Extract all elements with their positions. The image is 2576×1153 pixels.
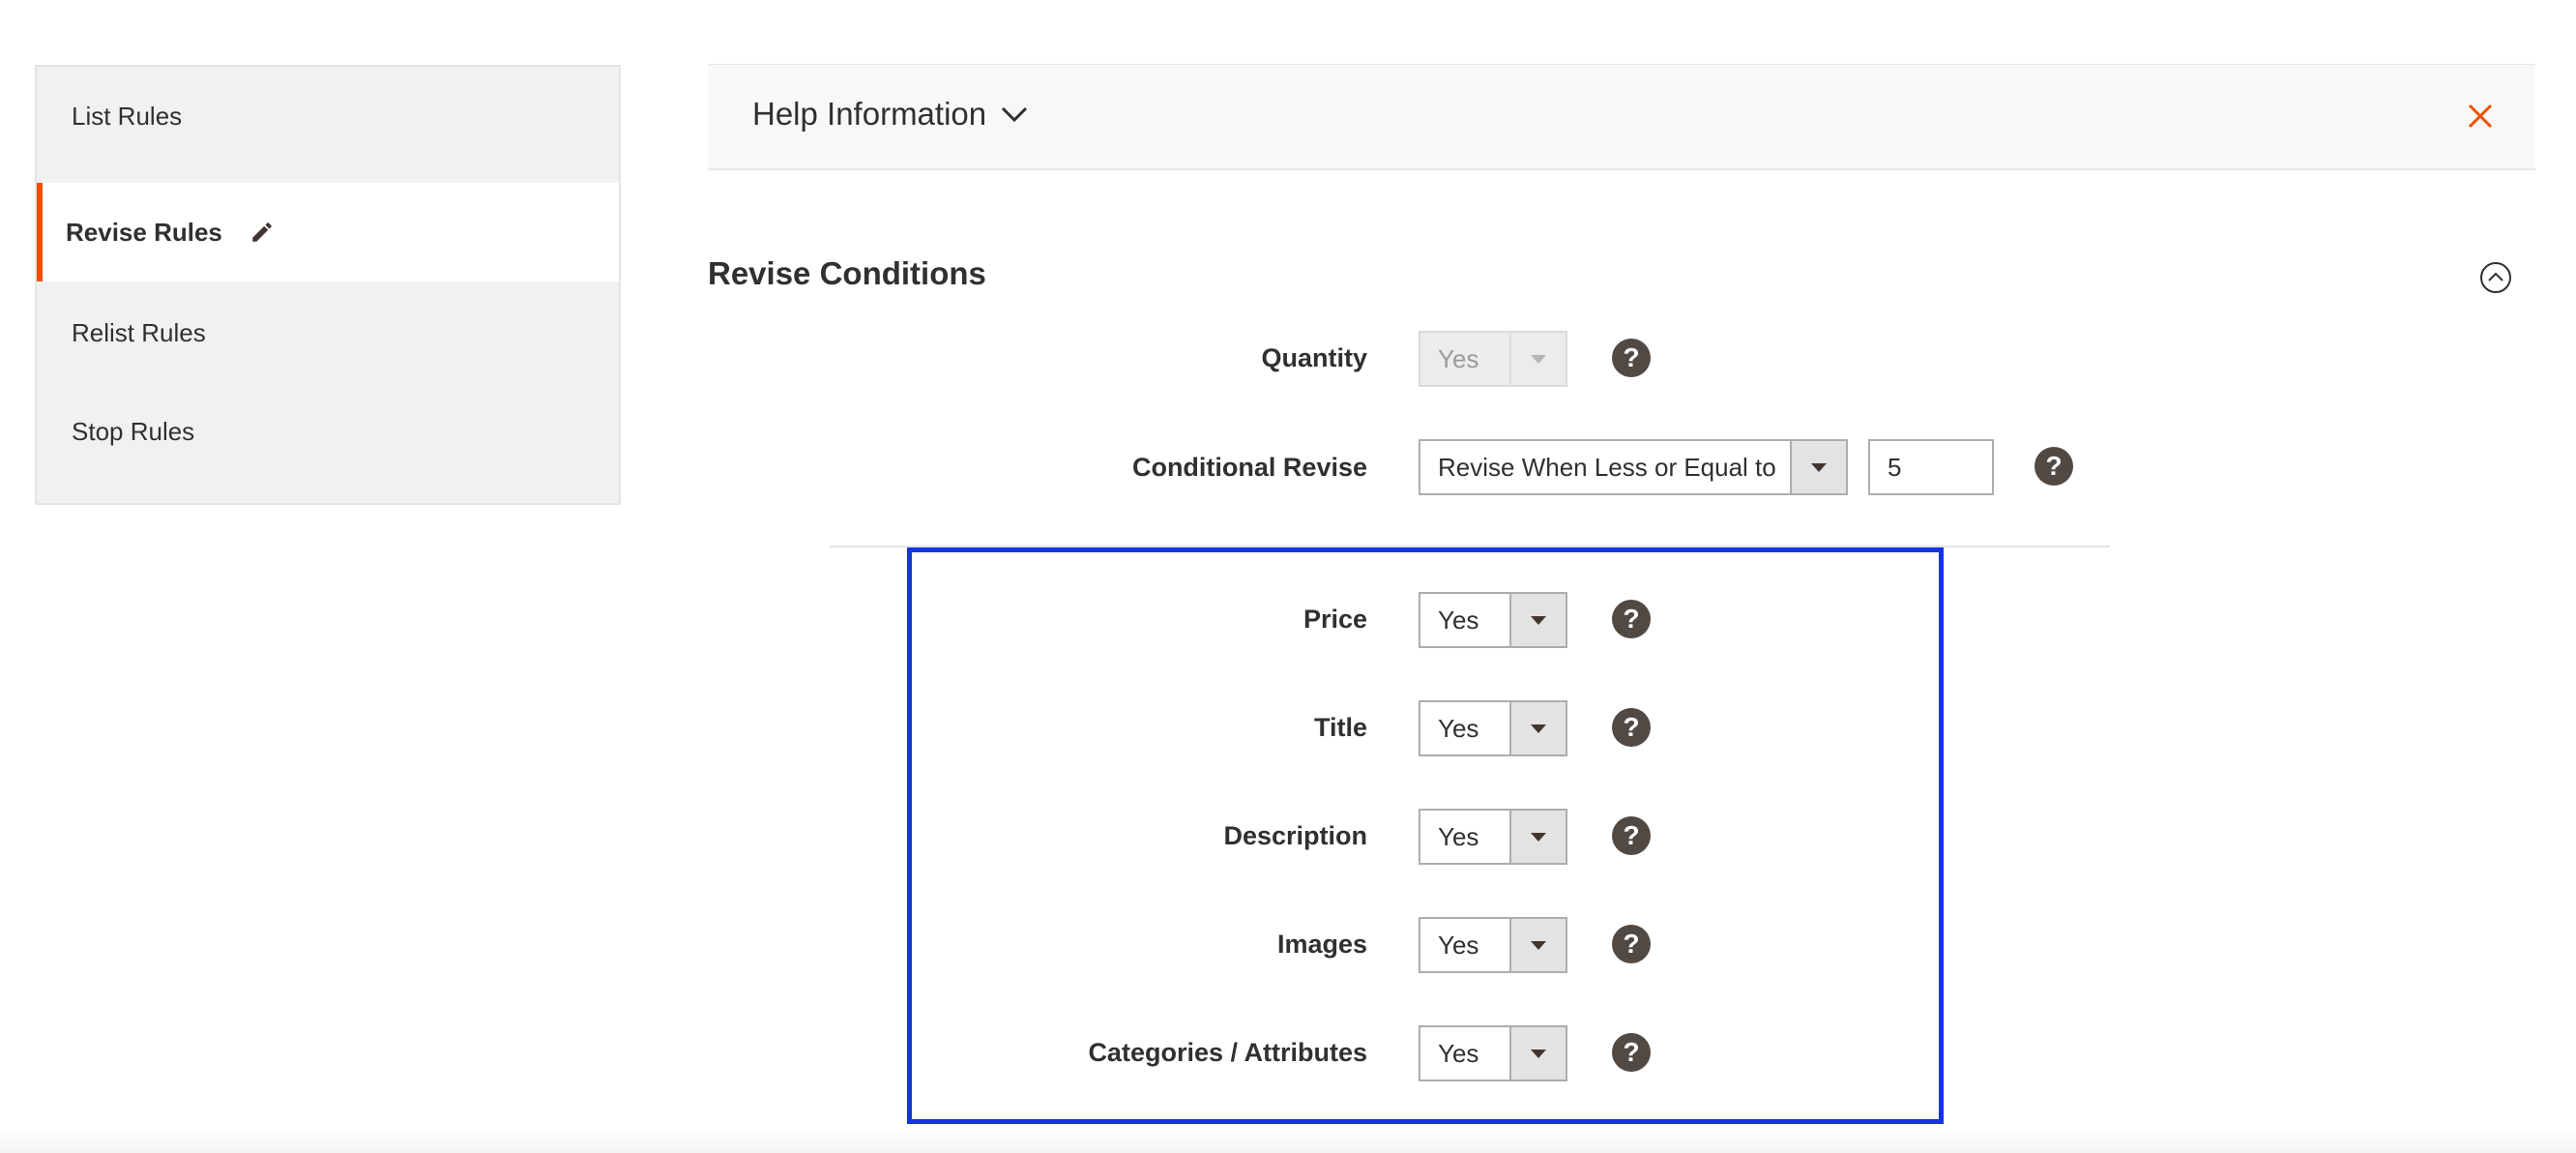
close-icon[interactable]	[2466, 102, 2495, 131]
conditional-revise-label: Conditional Revise	[1131, 453, 1367, 482]
rules-sidebar: List Rules Revise Rules Relist Rules Sto…	[35, 65, 621, 505]
help-information-toggle[interactable]: Help Information	[752, 96, 1029, 133]
sidebar-item-label: List Rules	[72, 101, 183, 131]
dropdown-arrow-icon	[1790, 441, 1846, 493]
sidebar-item-relist-rules[interactable]: Relist Rules	[37, 283, 619, 382]
sidebar-item-label: Stop Rules	[72, 416, 195, 446]
conditional-revise-qty-input[interactable]	[1868, 439, 1994, 495]
quantity-select: Yes	[1419, 331, 1567, 387]
collapse-section-icon[interactable]	[2479, 261, 2512, 294]
quantity-label: Quantity	[1261, 343, 1367, 372]
help-information-title: Help Information	[752, 96, 987, 132]
section-title: Revise Conditions	[708, 255, 986, 291]
conditional-revise-help-icon[interactable]: ?	[2034, 447, 2073, 486]
sidebar-item-label: Revise Rules	[66, 217, 222, 247]
quantity-select-value: Yes	[1438, 343, 1479, 373]
sidebar-item-stop-rules[interactable]: Stop Rules	[37, 382, 619, 481]
quantity-help-icon[interactable]: ?	[1612, 339, 1651, 377]
dropdown-arrow-icon	[1509, 333, 1566, 385]
conditional-revise-select-value: Revise When Less or Equal to	[1438, 452, 1776, 482]
chevron-down-icon	[1002, 106, 1028, 123]
sidebar-item-revise-rules[interactable]: Revise Rules	[37, 183, 619, 281]
pencil-icon	[252, 222, 272, 242]
page: List Rules Revise Rules Relist Rules Sto…	[0, 0, 2576, 1153]
conditional-revise-select[interactable]: Revise When Less or Equal to	[1419, 439, 1848, 495]
sidebar-item-list-rules[interactable]: List Rules	[37, 67, 619, 165]
bottom-shadow	[0, 1130, 2576, 1153]
highlight-box	[907, 547, 1944, 1124]
help-information-panel: Help Information	[708, 64, 2535, 170]
sidebar-item-label: Relist Rules	[72, 317, 206, 347]
